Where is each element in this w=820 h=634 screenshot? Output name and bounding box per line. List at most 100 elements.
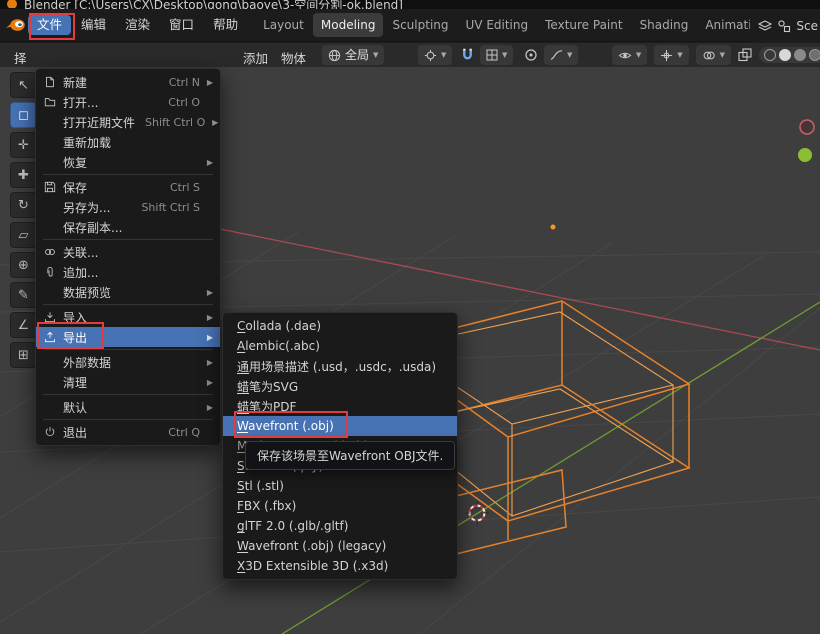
pivot-point-dropdown[interactable]: ▼ (418, 45, 452, 65)
transform-orientation-dropdown[interactable]: 全局 ▼ (322, 45, 384, 65)
file-menu-item-external-data[interactable]: 外部数据 ▶ (36, 352, 220, 372)
tool-select-tweak[interactable]: ↖ (10, 72, 37, 98)
shading-rendered-button[interactable] (809, 49, 820, 61)
xray-toggle[interactable] (738, 45, 752, 65)
menu-item-label: 数据预览 (63, 284, 111, 301)
blender-app-icon (6, 0, 18, 8)
export-menu-item-wavefront-legacy[interactable]: Wavefront (.obj) (legacy) (223, 536, 457, 556)
file-menu-item-save-copy[interactable]: 保存副本... (36, 217, 220, 237)
export-menu-item-grease-pencil-svg[interactable]: 蜡笔为SVG (223, 376, 457, 396)
tool-transform[interactable]: ⊕ (10, 252, 37, 278)
file-menu-item-open[interactable]: 打开...Ctrl O (36, 92, 220, 112)
file-menu-item-import[interactable]: 导入▶ (36, 307, 220, 327)
gizmo-y-ball (798, 148, 812, 162)
menubar-menu-render[interactable]: 渲染 (116, 15, 159, 36)
submenu-arrow-icon: ▶ (204, 358, 213, 367)
export-menu-item-gltf[interactable]: glTF 2.0 (.glb/.gltf) (223, 516, 457, 536)
menu-select[interactable]: 择 (14, 48, 27, 67)
menu-item-shortcut: Ctrl N (159, 76, 200, 89)
topbar: 文件编辑渲染窗口帮助 LayoutModelingSculptingUV Edi… (0, 9, 820, 42)
menu-add[interactable]: 添加 (243, 48, 268, 67)
file-menu-item-open-recent[interactable]: 打开近期文件Shift Ctrl O▶ (36, 112, 220, 132)
axis-gizmo[interactable] (798, 120, 814, 162)
tool-cursor[interactable]: ✛ (10, 132, 37, 158)
file-menu-item-clean-up[interactable]: 清理▶ (36, 372, 220, 392)
overlays-dropdown[interactable]: ▼ (696, 45, 731, 65)
proportional-editing-toggle[interactable] (522, 45, 540, 65)
workspace-tab-sculpting[interactable]: Sculpting (384, 13, 456, 37)
tool-measure[interactable]: ∠ (10, 312, 37, 338)
export-menu-item-collada[interactable]: Collada (.dae) (223, 316, 457, 336)
workspace-tab-layout[interactable]: Layout (255, 13, 312, 37)
menu-item-shortcut: Shift Ctrl O (135, 116, 205, 129)
menu-item-label: Collada (.dae) (237, 319, 321, 333)
shading-wireframe-button[interactable] (764, 49, 776, 61)
tool-scale[interactable]: ▱ (10, 222, 37, 248)
export-menu-item-usd[interactable]: 通用场景描述 (.usd，.usdc，.usda) (223, 356, 457, 376)
snap-grid-icon (486, 49, 498, 61)
menu-item-label: 保存副本... (63, 219, 122, 236)
gizmo-dropdown[interactable]: ▼ (654, 45, 688, 65)
menu-item-label: 新建 (63, 74, 87, 91)
menu-separator (43, 394, 213, 395)
file-menu-item-new[interactable]: 新建 Ctrl N ▶ (36, 72, 220, 92)
file-menu-item-save[interactable]: 保存Ctrl S (36, 177, 220, 197)
tool-annotate[interactable]: ✎ (10, 282, 37, 308)
scene-name-label: Sce (796, 19, 818, 33)
menubar-menu-edit[interactable]: 编辑 (72, 15, 115, 36)
menu-item-label: 外部数据 (63, 354, 111, 371)
export-menu-item-grease-pencil-pdf[interactable]: 蜡笔为PDF (223, 396, 457, 416)
file-menu-item-recover[interactable]: 恢复▶ (36, 152, 220, 172)
export-menu-item-alembic[interactable]: Alembic(.abc) (223, 336, 457, 356)
proportional-falloff-dropdown[interactable]: ▼ (544, 45, 578, 65)
menu-item-label: 重新加载 (63, 134, 111, 151)
shading-solid-button[interactable] (779, 49, 791, 61)
scene-selector[interactable]: Sce (750, 9, 820, 42)
menubar-menu-window[interactable]: 窗口 (160, 15, 203, 36)
submenu-arrow-icon: ▶ (204, 313, 213, 322)
menu-item-label: Alembic(.abc) (237, 339, 320, 353)
power-icon (41, 425, 58, 439)
shading-material-button[interactable] (794, 49, 806, 61)
paperclip-icon (41, 265, 58, 279)
window-titlebar: Blender [C:\Users\CX\Desktop\gong\baoye\… (0, 0, 820, 9)
snap-magnet-toggle[interactable] (458, 45, 477, 65)
menubar-menu-file[interactable]: 文件 (28, 15, 71, 36)
workspace-tab-shading[interactable]: Shading (632, 13, 697, 37)
workspace-tab-uv-editing[interactable]: UV Editing (458, 13, 537, 37)
export-menu-item-wavefront-obj[interactable]: Wavefront (.obj) (223, 416, 457, 436)
menu-item-label: 恢复 (63, 154, 87, 171)
blank-icon (41, 135, 58, 149)
import-icon (41, 310, 58, 324)
file-menu-item-link[interactable]: 关联... (36, 242, 220, 262)
file-menu-item-export[interactable]: 导出▶ (36, 327, 220, 347)
file-menu-item-data-previews[interactable]: 数据预览▶ (36, 282, 220, 302)
file-menu-item-save-as[interactable]: 另存为...Shift Ctrl S (36, 197, 220, 217)
menu-object[interactable]: 物体 (281, 48, 306, 67)
export-menu-item-stl[interactable]: Stl (.stl) (223, 476, 457, 496)
tooltip-text: 保存该场景至Wavefront OBJ文件. (257, 449, 443, 463)
menu-item-label: Wavefront (.obj) (237, 419, 334, 433)
workspace-tab-texture-paint[interactable]: Texture Paint (537, 13, 630, 37)
menu-item-label: 蜡笔为PDF (237, 398, 296, 415)
tool-rotate[interactable]: ↻ (10, 192, 37, 218)
file-menu-item-quit[interactable]: 退出Ctrl Q (36, 422, 220, 442)
file-menu-item-defaults[interactable]: 默认▶ (36, 397, 220, 417)
tool-select-box[interactable]: ◻ (10, 102, 37, 128)
export-menu-item-x3d[interactable]: X3D Extensible 3D (.x3d) (223, 556, 457, 576)
snap-target-dropdown[interactable]: ▼ (480, 45, 513, 65)
blender-logo[interactable] (4, 15, 26, 35)
menubar-menu-help[interactable]: 帮助 (204, 15, 247, 36)
viewport-header: 择 添加 物体 全局 ▼ ▼ ▼ ▼ (0, 42, 820, 67)
pivot-point-icon (424, 49, 437, 62)
tool-add-cube[interactable]: ⊞ (10, 342, 37, 368)
menu-item-label: 退出 (63, 424, 87, 441)
submenu-arrow-icon: ▶ (204, 78, 213, 87)
menu-item-shortcut: Ctrl S (160, 181, 200, 194)
workspace-tab-modeling[interactable]: Modeling (313, 13, 384, 37)
visibility-dropdown[interactable]: ▼ (612, 45, 647, 65)
file-menu-item-revert[interactable]: 重新加载 (36, 132, 220, 152)
file-menu-item-append[interactable]: 追加... (36, 262, 220, 282)
export-menu-item-fbx[interactable]: FBX (.fbx) (223, 496, 457, 516)
tool-move[interactable]: ✚ (10, 162, 37, 188)
